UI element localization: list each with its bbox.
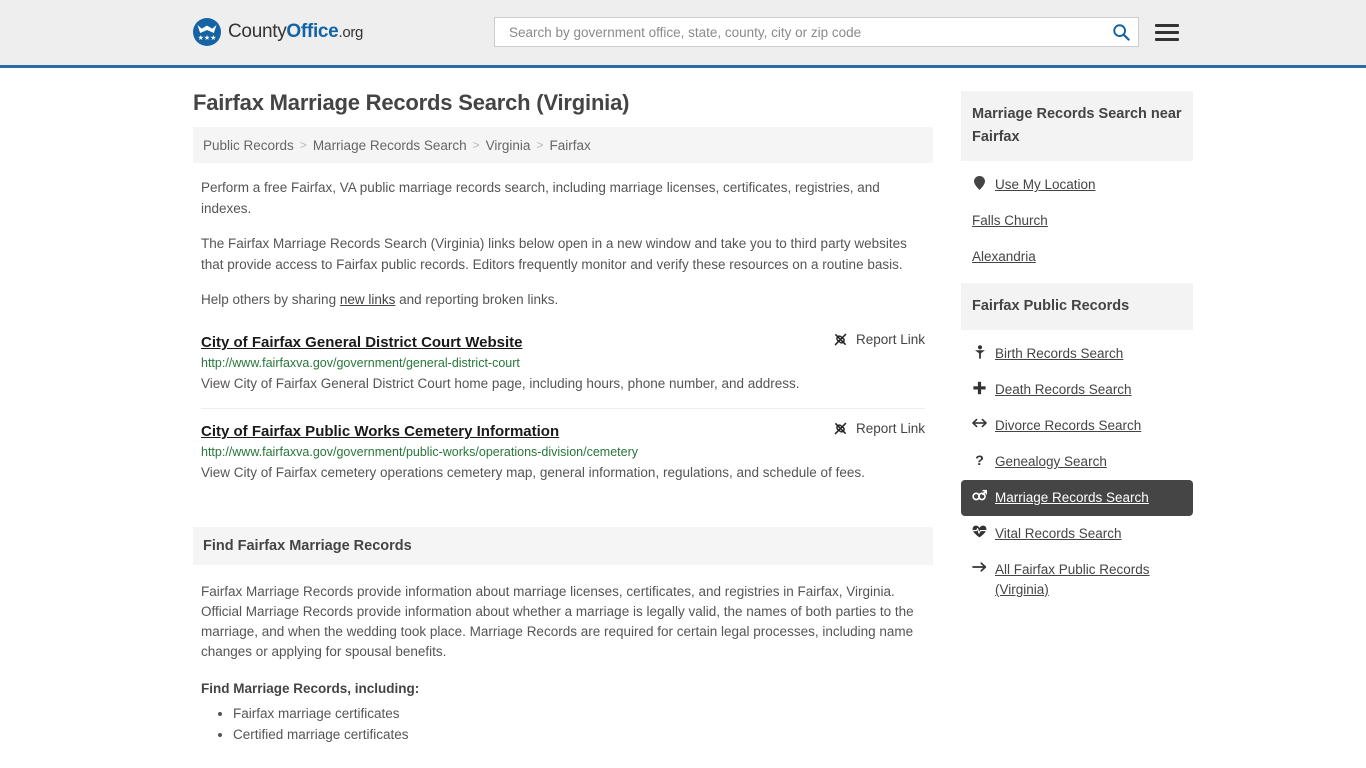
breadcrumb-item-virginia[interactable]: Virginia: [486, 138, 531, 153]
sidebar-near-heading: Marriage Records Search near Fairfax: [961, 91, 1193, 161]
sidebar-item-label[interactable]: Death Records Search: [995, 380, 1132, 400]
header-search-area: [494, 17, 1179, 47]
sidebar-item-death-records-search[interactable]: Death Records Search: [961, 372, 1193, 408]
sidebar-records-heading: Fairfax Public Records: [961, 283, 1193, 330]
sidebar-item-genealogy-search[interactable]: ? Genealogy Search: [961, 444, 1193, 480]
intro-paragraph-2: The Fairfax Marriage Records Search (Vir…: [201, 236, 907, 272]
result-title-link[interactable]: City of Fairfax Public Works Cemetery In…: [201, 423, 559, 440]
result-header: City of Fairfax Public Works Cemetery In…: [201, 421, 925, 440]
result-title-link[interactable]: City of Fairfax General District Court W…: [201, 334, 522, 351]
sidebar-item-label[interactable]: Alexandria: [972, 247, 1036, 267]
sidebar: Marriage Records Search near Fairfax Use…: [961, 68, 1193, 616]
logo-text-county: County: [228, 21, 287, 42]
site-header: ★★★ CountyOffice.org: [0, 0, 1366, 68]
baby-icon: [972, 344, 987, 359]
help-suffix-text: and reporting broken links.: [395, 292, 559, 307]
page-title: Fairfax Marriage Records Search (Virgini…: [193, 90, 630, 115]
new-links-link[interactable]: new links: [340, 292, 396, 307]
map-pin-icon: [972, 175, 987, 190]
sidebar-near-list: Use My Location Falls Church Alexandria: [961, 161, 1193, 275]
sidebar-item-divorce-records-search[interactable]: Divorce Records Search: [961, 408, 1193, 444]
search-input[interactable]: [507, 23, 1112, 41]
logo-wordmark: CountyOffice.org: [228, 21, 363, 43]
arrow-right-icon: [972, 560, 987, 573]
report-link-button[interactable]: Report Link: [817, 332, 925, 347]
sidebar-item-label[interactable]: Vital Records Search: [995, 524, 1122, 544]
arrows-left-right-icon: [972, 416, 987, 429]
result-url[interactable]: http://www.fairfaxva.gov/government/gene…: [201, 356, 925, 370]
sidebar-item-label[interactable]: Falls Church: [972, 211, 1048, 231]
breadcrumb-separator: >: [536, 138, 544, 152]
help-prefix-text: Help others by sharing: [201, 292, 340, 307]
sidebar-item-falls-church[interactable]: Falls Church: [961, 203, 1193, 239]
sidebar-item-label[interactable]: Use My Location: [995, 175, 1096, 195]
list-item: Certified marriage certificates: [233, 724, 925, 745]
sidebar-item-all-fairfax-public-records[interactable]: All Fairfax Public Records (Virginia): [961, 552, 1193, 608]
sidebar-item-use-my-location[interactable]: Use My Location: [961, 167, 1193, 203]
intro-paragraph-1: Perform a free Fairfax, VA public marria…: [201, 180, 880, 216]
result-description: View City of Fairfax cemetery operations…: [201, 465, 865, 480]
result-item: City of Fairfax Public Works Cemetery In…: [201, 421, 925, 497]
sidebar-item-marriage-records-search[interactable]: Marriage Records Search: [961, 480, 1193, 516]
find-records-paragraph: Fairfax Marriage Records provide informa…: [201, 584, 914, 659]
venus-mars-icon: [972, 488, 987, 502]
sidebar-item-label[interactable]: Divorce Records Search: [995, 416, 1141, 436]
breadcrumb-separator: >: [472, 138, 480, 152]
logo-stars: ★★★: [197, 35, 217, 42]
report-link-button[interactable]: Report Link: [817, 421, 925, 436]
breadcrumb-separator: >: [299, 138, 307, 152]
sidebar-item-label[interactable]: Genealogy Search: [995, 452, 1107, 472]
page-container: Fairfax Marriage Records Search (Virgini…: [0, 68, 1366, 745]
results-list: City of Fairfax General District Court W…: [193, 332, 933, 497]
sidebar-item-alexandria[interactable]: Alexandria: [961, 239, 1193, 275]
heart-pulse-icon: [972, 524, 987, 538]
breadcrumb-item-fairfax: Fairfax: [549, 137, 591, 153]
logo-text-office: Office: [286, 21, 339, 42]
main-content: Fairfax Marriage Records Search (Virgini…: [193, 68, 933, 745]
hamburger-menu-icon[interactable]: [1155, 23, 1179, 41]
sidebar-item-label[interactable]: Marriage Records Search: [995, 488, 1149, 508]
svg-text:?: ?: [975, 453, 984, 467]
report-link-label: Report Link: [855, 332, 925, 347]
result-item: City of Fairfax General District Court W…: [201, 332, 925, 409]
result-url[interactable]: http://www.fairfaxva.gov/government/publ…: [201, 445, 925, 459]
find-records-list: Fairfax marriage certificates Certified …: [201, 703, 925, 745]
unlink-icon: [834, 422, 847, 435]
list-item: Fairfax marriage certificates: [233, 703, 925, 724]
cross-icon: [972, 380, 987, 395]
result-description: View City of Fairfax General District Co…: [201, 376, 800, 391]
search-box[interactable]: [494, 17, 1139, 47]
breadcrumb: Public Records > Marriage Records Search…: [193, 127, 933, 163]
question-mark-icon: ?: [972, 452, 987, 467]
logo-text-org: .org: [338, 24, 364, 41]
sidebar-card-public-records: Fairfax Public Records Birth Records Sea…: [961, 283, 1193, 608]
report-link-label: Report Link: [855, 421, 925, 436]
sidebar-item-birth-records-search[interactable]: Birth Records Search: [961, 336, 1193, 372]
eagle-shield-logo-icon: ★★★: [193, 18, 221, 46]
sidebar-card-near-fairfax: Marriage Records Search near Fairfax Use…: [961, 91, 1193, 275]
sidebar-records-list: Birth Records Search Death Records Searc…: [961, 330, 1193, 608]
sidebar-item-label[interactable]: All Fairfax Public Records (Virginia): [995, 560, 1182, 600]
result-header: City of Fairfax General District Court W…: [201, 332, 925, 351]
sidebar-item-label[interactable]: Birth Records Search: [995, 344, 1123, 364]
search-icon[interactable]: [1112, 23, 1130, 41]
find-records-list-heading: Find Marriage Records, including:: [201, 681, 420, 696]
sidebar-item-vital-records-search[interactable]: Vital Records Search: [961, 516, 1193, 552]
find-records-section-body: Fairfax Marriage Records provide informa…: [193, 582, 933, 745]
help-paragraph: Help others by sharing new links and rep…: [193, 289, 933, 310]
breadcrumb-item-public-records[interactable]: Public Records: [203, 138, 294, 153]
unlink-icon: [834, 333, 847, 346]
find-records-section-heading: Find Fairfax Marriage Records: [193, 527, 933, 565]
breadcrumb-item-marriage-records-search[interactable]: Marriage Records Search: [313, 138, 467, 153]
site-logo[interactable]: ★★★ CountyOffice.org: [193, 18, 363, 46]
